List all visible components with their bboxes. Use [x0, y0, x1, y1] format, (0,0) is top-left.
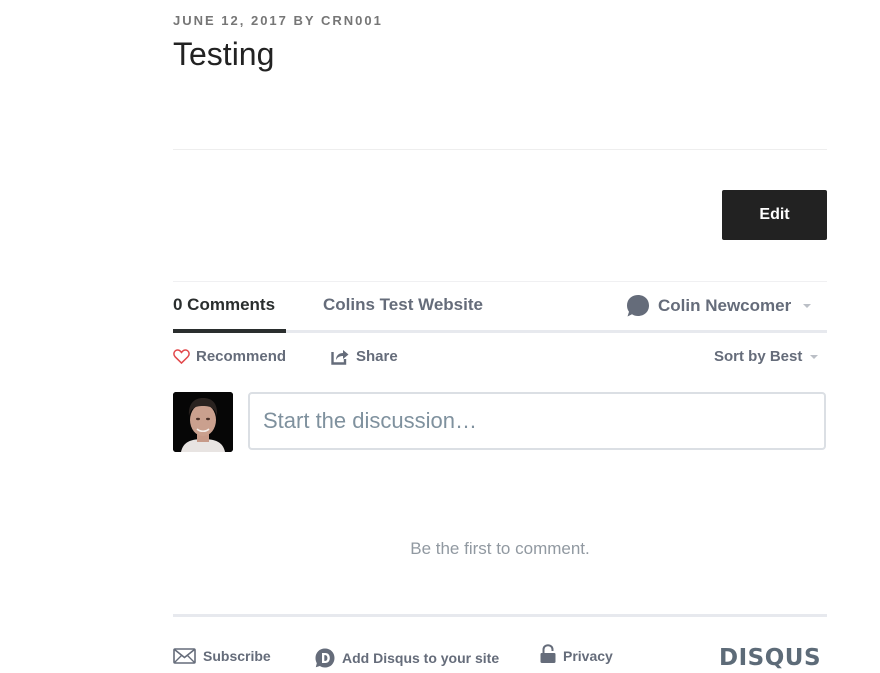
- comment-input[interactable]: [248, 392, 826, 450]
- tab-community[interactable]: Colins Test Website: [323, 295, 483, 315]
- post-title: Testing: [173, 36, 275, 72]
- subscribe-label: Subscribe: [203, 648, 271, 664]
- divider: [173, 149, 827, 150]
- tab-comments[interactable]: 0 Comments: [173, 295, 275, 315]
- empty-state-message: Be the first to comment.: [410, 539, 590, 558]
- share-button[interactable]: Share: [331, 348, 398, 365]
- privacy-link[interactable]: Privacy: [540, 643, 613, 664]
- avatar-image: [173, 392, 233, 452]
- heart-icon: [173, 349, 190, 364]
- user-menu[interactable]: Colin Newcomer: [626, 294, 812, 318]
- share-icon: [331, 350, 349, 365]
- chevron-down-icon: [810, 354, 819, 359]
- edit-button[interactable]: Edit: [722, 190, 827, 240]
- add-disqus-link[interactable]: Add Disqus to your site: [315, 648, 499, 668]
- chevron-down-icon: [803, 304, 812, 308]
- speech-bubble-icon: [627, 295, 649, 317]
- sort-dropdown[interactable]: Sort by Best: [714, 348, 819, 365]
- tab-underline-active: [173, 329, 286, 333]
- subscribe-link[interactable]: Subscribe: [173, 648, 271, 664]
- recommend-button[interactable]: Recommend: [173, 348, 286, 365]
- envelope-icon: [173, 648, 196, 664]
- user-name: Colin Newcomer: [658, 296, 792, 315]
- share-label: Share: [356, 348, 398, 365]
- add-disqus-label: Add Disqus to your site: [342, 650, 500, 666]
- sort-label: Sort by Best: [714, 348, 803, 365]
- divider: [173, 614, 827, 617]
- lock-icon: [540, 643, 556, 663]
- divider: [173, 281, 827, 282]
- user-avatar[interactable]: [173, 392, 233, 452]
- recommend-label: Recommend: [196, 348, 287, 365]
- disqus-d-icon: [315, 648, 335, 668]
- disqus-logo[interactable]: DISQUS: [719, 645, 821, 671]
- post-meta: JUNE 12, 2017 BY CRN001: [173, 13, 383, 28]
- privacy-label: Privacy: [563, 648, 613, 664]
